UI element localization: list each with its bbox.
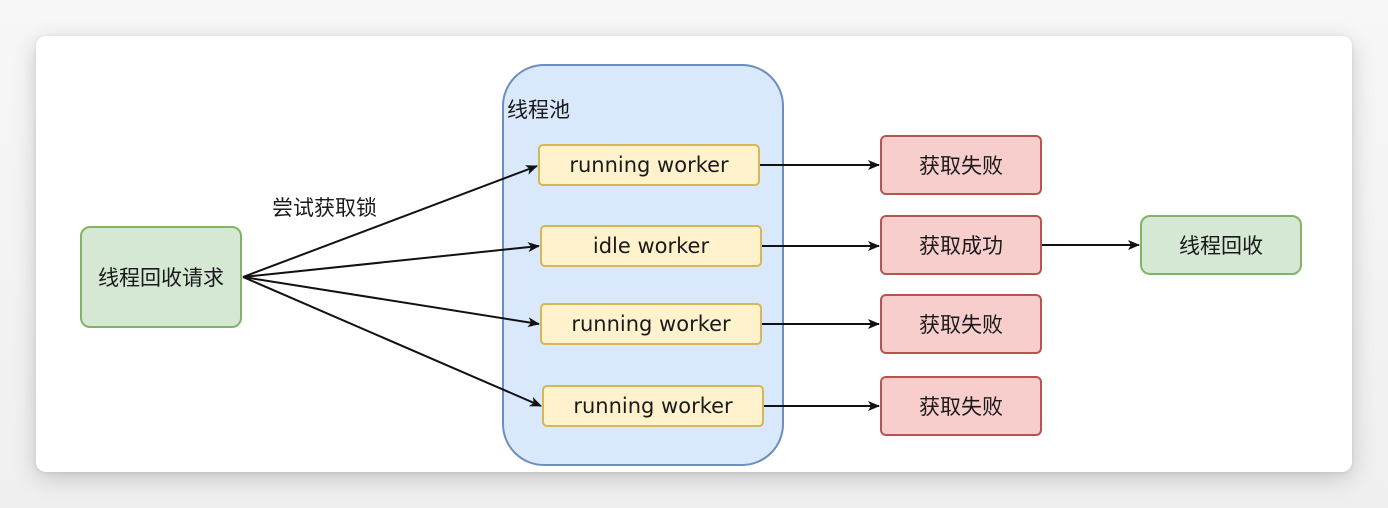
- edge-request-to-worker-4: [242, 276, 542, 407]
- diagram-edges: [242, 160, 1140, 411]
- edge-request-to-worker-1: [242, 165, 538, 278]
- edge-request-to-worker-2: [242, 242, 540, 278]
- edge-request-to-worker-3: [242, 276, 540, 328]
